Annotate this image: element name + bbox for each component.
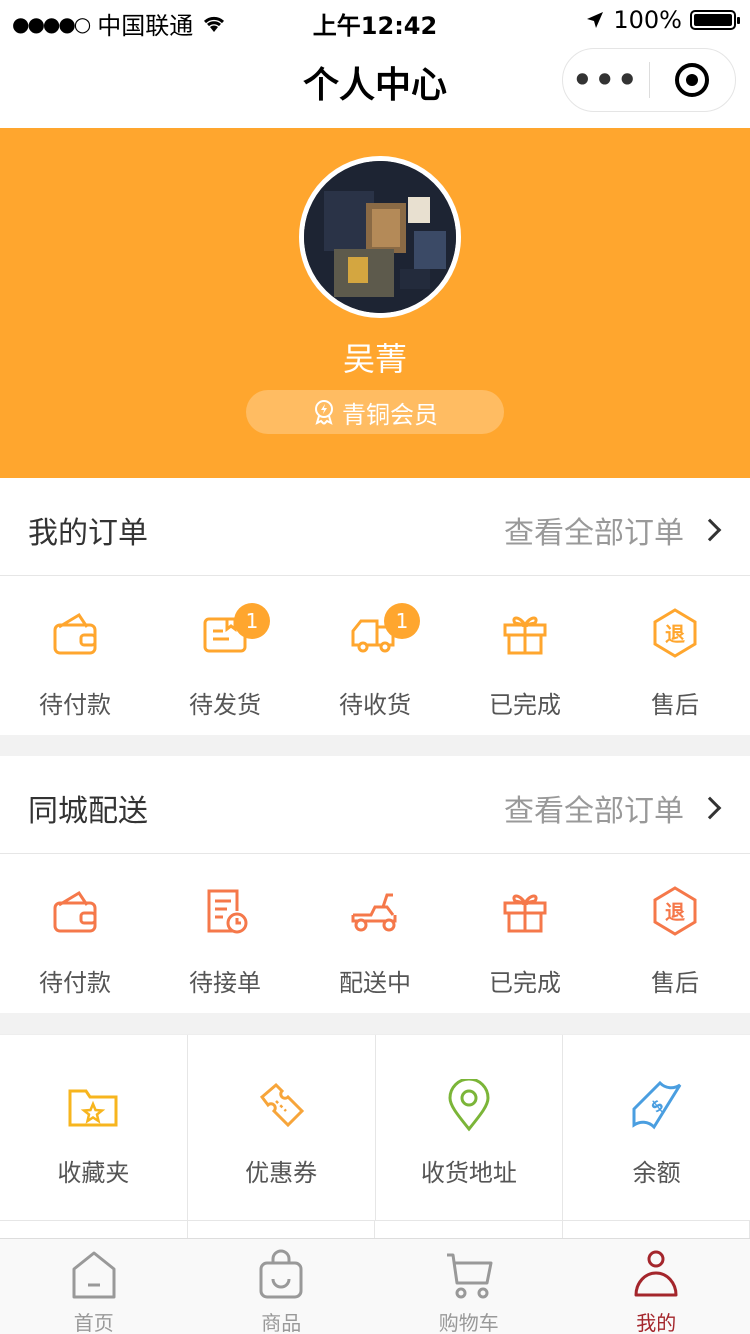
tab-cart[interactable]: 购物车: [375, 1239, 563, 1334]
tool-label: 收货地址: [420, 1159, 517, 1187]
tab-label: 我的: [636, 1311, 677, 1334]
tab-label: 购物车: [438, 1311, 499, 1334]
gift-icon: [503, 616, 547, 655]
refund-icon: 退: [653, 886, 697, 936]
delivery-after-sales[interactable]: 退 售后: [600, 855, 750, 1013]
order-pending-receipt[interactable]: 1 待收货: [300, 577, 450, 735]
more-menu-button[interactable]: •••: [563, 48, 649, 112]
order-status-label: 待收货: [339, 691, 411, 719]
delivery-status-label: 已完成: [489, 969, 561, 997]
shopping-bag-icon: [259, 1249, 303, 1299]
wallet-icon: [53, 612, 97, 655]
delivery-view-all-link[interactable]: 查看全部订单: [504, 786, 722, 830]
avatar-image: [304, 161, 456, 313]
delivery-pending-payment[interactable]: 待付款: [0, 855, 150, 1013]
delivery-view-all-label: 查看全部订单: [504, 794, 684, 829]
order-pending-shipment[interactable]: 1 待发货: [150, 577, 300, 735]
balance-tile[interactable]: $ 余额: [563, 1035, 750, 1220]
order-after-sales[interactable]: 退 售后: [600, 577, 750, 735]
gift-icon: [503, 894, 547, 933]
medal-icon: [315, 400, 333, 425]
username: 吴菁: [342, 340, 407, 378]
delivery-status-row: 待付款 待接单 配送中 已完成 退 售后: [0, 855, 750, 1013]
profile-header: 吴菁 青铜会员: [0, 128, 750, 478]
order-status-label: 待付款: [39, 691, 111, 719]
delivery-in-transit[interactable]: 配送中: [300, 855, 450, 1013]
tools-grid: 收藏夹 优惠券 收货地址 $ 余额: [0, 1034, 750, 1220]
section-divider: [0, 735, 750, 756]
tab-bar: 首页 商品 购物车 我的: [0, 1238, 750, 1334]
tab-home[interactable]: 首页: [0, 1239, 188, 1334]
delivery-status-label: 待付款: [39, 969, 111, 997]
tool-label: 余额: [632, 1159, 681, 1187]
delivery-title: 同城配送: [28, 794, 148, 829]
delivery-status-label: 配送中: [339, 969, 411, 997]
tool-label: 优惠券: [245, 1159, 318, 1187]
location-pin-icon: [448, 1079, 490, 1132]
svg-text:退: 退: [665, 622, 685, 646]
favorites-tile[interactable]: 收藏夹: [0, 1035, 188, 1220]
status-right: 100%: [585, 6, 740, 34]
delivery-section-header: 同城配送 查看全部订单: [0, 756, 750, 854]
orders-view-all-label: 查看全部订单: [504, 516, 684, 551]
svg-text:$: $: [646, 1095, 667, 1117]
delivery-status-label: 售后: [651, 969, 699, 997]
notification-badge: 1: [234, 603, 270, 639]
chevron-right-icon: [698, 796, 722, 820]
delivery-completed[interactable]: 已完成: [450, 855, 600, 1013]
scooter-icon: [351, 893, 397, 932]
order-clock-icon: [207, 889, 248, 934]
addresses-tile[interactable]: 收货地址: [376, 1035, 564, 1220]
favorites-folder-icon: [68, 1089, 118, 1127]
tool-label: 收藏夹: [57, 1159, 130, 1187]
order-completed[interactable]: 已完成: [450, 577, 600, 735]
delivery-pending-accept[interactable]: 待接单: [150, 855, 300, 1013]
chevron-right-icon: [698, 518, 722, 542]
home-icon: [72, 1251, 116, 1299]
balance-icon: $: [632, 1080, 681, 1130]
coupons-tile[interactable]: 优惠券: [188, 1035, 376, 1220]
status-bar: ●●●●○ 中国联通 上午12:42 100%: [0, 0, 750, 40]
tab-label: 商品: [261, 1311, 302, 1334]
tab-label: 首页: [73, 1311, 114, 1334]
orders-title: 我的订单: [28, 516, 148, 551]
target-icon: [675, 63, 710, 97]
tools-grid-next-row: [0, 1220, 750, 1238]
battery-percent: 100%: [613, 6, 682, 34]
order-status-label: 已完成: [489, 691, 561, 719]
user-icon: [634, 1250, 678, 1297]
order-status-label: 待发货: [189, 691, 261, 719]
orders-section-header: 我的订单 查看全部订单: [0, 478, 750, 576]
cart-icon: [446, 1253, 493, 1299]
section-divider: [0, 1013, 750, 1034]
mini-program-capsule: •••: [562, 48, 736, 112]
member-level-badge[interactable]: 青铜会员: [246, 390, 504, 434]
close-mini-program-button[interactable]: [650, 63, 736, 97]
order-status-label: 售后: [651, 691, 699, 719]
wallet-icon: [53, 890, 97, 933]
orders-status-row: 待付款 1 待发货 1 待收货 已完成 退 售后: [0, 577, 750, 735]
delivery-status-label: 待接单: [189, 969, 261, 997]
orders-view-all-link[interactable]: 查看全部订单: [504, 508, 722, 552]
tab-products[interactable]: 商品: [188, 1239, 376, 1334]
refund-icon: 退: [653, 608, 697, 658]
nav-bar: 个人中心 •••: [0, 40, 750, 128]
order-pending-payment[interactable]: 待付款: [0, 577, 150, 735]
coupon-icon: [260, 1082, 305, 1128]
avatar[interactable]: [299, 156, 461, 318]
battery-icon: [690, 10, 740, 30]
member-level-label: 青铜会员: [342, 400, 438, 429]
notification-badge: 1: [384, 603, 420, 639]
location-arrow-icon: [587, 12, 604, 28]
tab-mine[interactable]: 我的: [563, 1239, 750, 1334]
svg-text:退: 退: [665, 900, 685, 924]
